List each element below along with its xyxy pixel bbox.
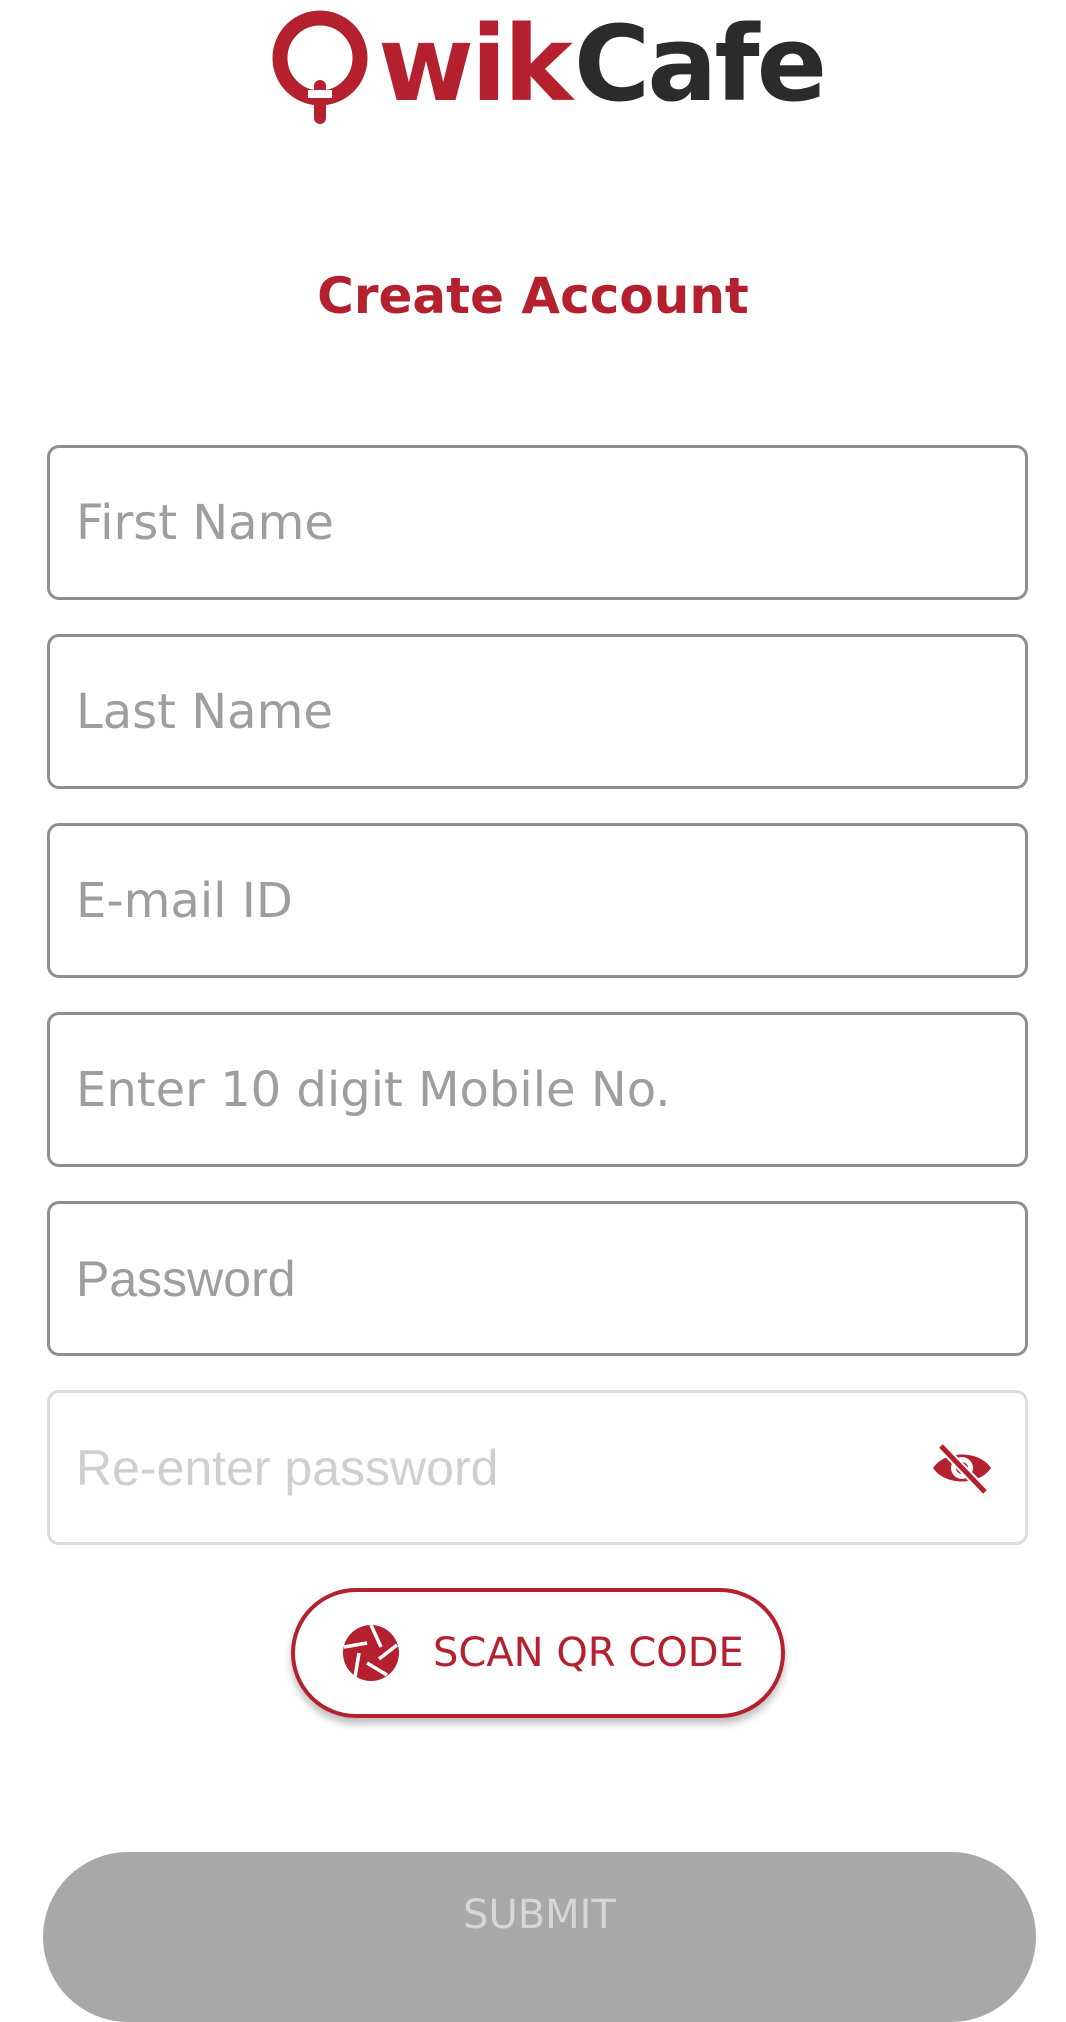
- logo-text-cafe: Cafe: [573, 3, 827, 125]
- mobile-field: [47, 1012, 1028, 1167]
- scan-qr-button[interactable]: SCAN QR CODE: [291, 1588, 785, 1718]
- logo-q-icon: [272, 10, 368, 124]
- email-input[interactable]: [76, 826, 936, 975]
- eye-off-icon[interactable]: [929, 1440, 995, 1496]
- first-name-input[interactable]: [76, 448, 936, 597]
- scan-qr-label: SCAN QR CODE: [433, 1630, 744, 1676]
- first-name-field: [47, 445, 1028, 600]
- logo-text-wik: wik: [378, 3, 573, 125]
- mobile-input[interactable]: [76, 1015, 936, 1164]
- last-name-input[interactable]: [76, 637, 936, 786]
- submit-label: SUBMIT: [463, 1892, 616, 1938]
- camera-shutter-icon: [343, 1624, 399, 1681]
- submit-button[interactable]: SUBMIT: [43, 1852, 1036, 2022]
- confirm-password-input[interactable]: [76, 1393, 936, 1542]
- last-name-field: [47, 634, 1028, 789]
- password-input[interactable]: [76, 1204, 936, 1353]
- page-title: Create Account: [317, 267, 749, 325]
- confirm-password-field: [47, 1390, 1028, 1545]
- app-logo: wik Cafe: [268, 3, 827, 128]
- email-field: [47, 823, 1028, 978]
- password-field: [47, 1201, 1028, 1356]
